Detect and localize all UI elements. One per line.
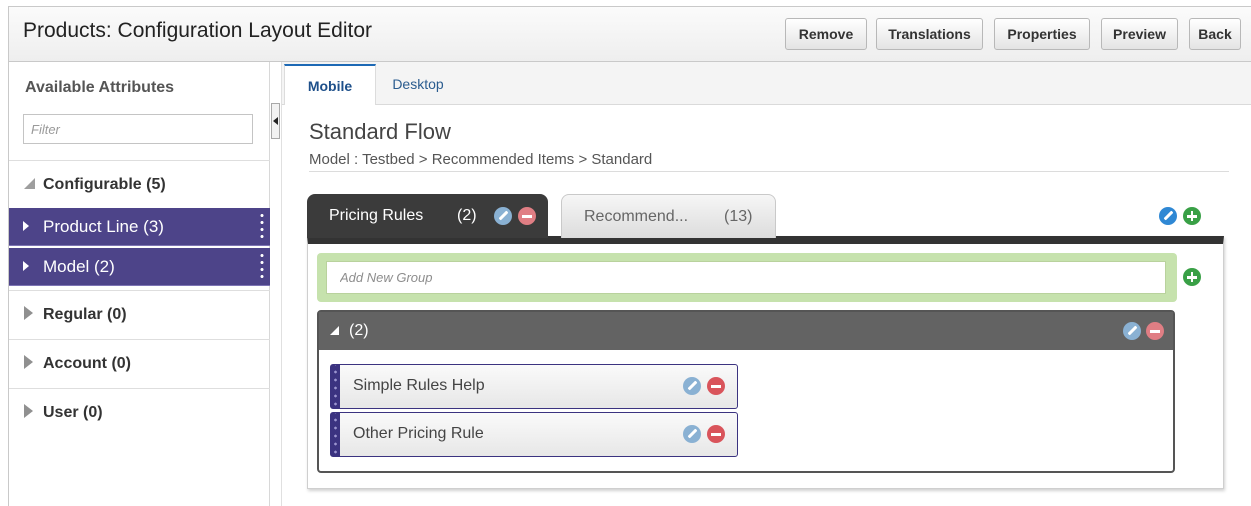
- group-label: (2): [349, 322, 369, 339]
- panel-divider: [281, 62, 282, 506]
- delete-icon[interactable]: [518, 207, 536, 225]
- app-header: Products: Configuration Layout Editor Re…: [8, 6, 1251, 62]
- group-header[interactable]: (2): [319, 312, 1173, 350]
- caret-right-icon: [23, 261, 29, 271]
- back-button[interactable]: Back: [1189, 18, 1241, 50]
- section-account[interactable]: Account (0): [9, 339, 270, 388]
- add-group-input[interactable]: [326, 261, 1166, 294]
- sidebar-title: Available Attributes: [25, 79, 175, 96]
- expanded-triangle-icon: [24, 178, 35, 189]
- translations-button[interactable]: Translations: [876, 18, 983, 50]
- rule-label: Other Pricing Rule: [353, 425, 484, 442]
- remove-button[interactable]: Remove: [785, 18, 867, 50]
- attribute-label: Product Line (3): [43, 217, 164, 236]
- available-attributes-panel: Available Attributes Configurable (5) Pr…: [8, 62, 270, 506]
- section-label: Regular (0): [43, 306, 127, 323]
- edit-icon[interactable]: [1159, 207, 1177, 225]
- flow-title: Standard Flow: [309, 119, 451, 144]
- drag-handle-icon[interactable]: [331, 365, 340, 408]
- attribute-item-product-line[interactable]: Product Line (3): [9, 208, 270, 246]
- properties-button[interactable]: Properties: [994, 18, 1090, 50]
- breadcrumb: Model : Testbed > Recommended Items > St…: [309, 151, 653, 168]
- attribute-label: Model (2): [43, 257, 115, 276]
- inner-tab-count: (2): [457, 207, 477, 224]
- inner-tab-label: Pricing Rules: [329, 207, 424, 224]
- delete-icon[interactable]: [707, 425, 725, 443]
- section-user[interactable]: User (0): [9, 388, 270, 437]
- section-label: Account (0): [43, 355, 131, 372]
- tab-mobile[interactable]: Mobile: [284, 64, 376, 105]
- filter-input[interactable]: [23, 114, 253, 144]
- section-label: User (0): [43, 404, 103, 421]
- rule-label: Simple Rules Help: [353, 377, 485, 394]
- divider: [309, 171, 1229, 172]
- edit-icon[interactable]: [683, 377, 701, 395]
- tab-desktop[interactable]: Desktop: [386, 64, 450, 105]
- page-title: Products: Configuration Layout Editor: [23, 19, 373, 42]
- rule-item-other-pricing-rule[interactable]: Other Pricing Rule: [330, 412, 738, 457]
- add-icon[interactable]: [1183, 268, 1201, 286]
- delete-icon[interactable]: [1146, 322, 1164, 340]
- drag-handle-icon[interactable]: [260, 252, 264, 282]
- section-regular[interactable]: Regular (0): [9, 290, 270, 339]
- inner-tab-recommend[interactable]: Recommend... (13): [561, 194, 776, 238]
- drag-handle-icon[interactable]: [260, 212, 264, 242]
- inner-tab-label: Recommend...: [584, 208, 689, 225]
- add-icon[interactable]: [1183, 207, 1201, 225]
- collapsed-triangle-icon: [24, 404, 33, 418]
- inner-tab-pricing-rules[interactable]: Pricing Rules (2): [307, 194, 548, 238]
- collapsed-triangle-icon: [24, 306, 33, 320]
- collapse-sidebar-button[interactable]: [271, 103, 280, 139]
- rule-item-simple-rules-help[interactable]: Simple Rules Help: [330, 364, 738, 409]
- section-label: Configurable (5): [43, 176, 166, 193]
- collapsed-triangle-icon: [24, 355, 33, 369]
- delete-icon[interactable]: [707, 377, 725, 395]
- attribute-item-model[interactable]: Model (2): [9, 248, 270, 286]
- edit-icon[interactable]: [494, 207, 512, 225]
- section-configurable[interactable]: Configurable (5): [9, 160, 270, 209]
- inner-tab-count: (13): [724, 208, 753, 225]
- drag-handle-icon[interactable]: [331, 413, 340, 456]
- view-tab-bar: Mobile Desktop: [282, 62, 1251, 105]
- expanded-triangle-icon[interactable]: [330, 326, 339, 335]
- edit-icon[interactable]: [1123, 322, 1141, 340]
- preview-button[interactable]: Preview: [1101, 18, 1178, 50]
- edit-icon[interactable]: [683, 425, 701, 443]
- caret-right-icon: [23, 221, 29, 231]
